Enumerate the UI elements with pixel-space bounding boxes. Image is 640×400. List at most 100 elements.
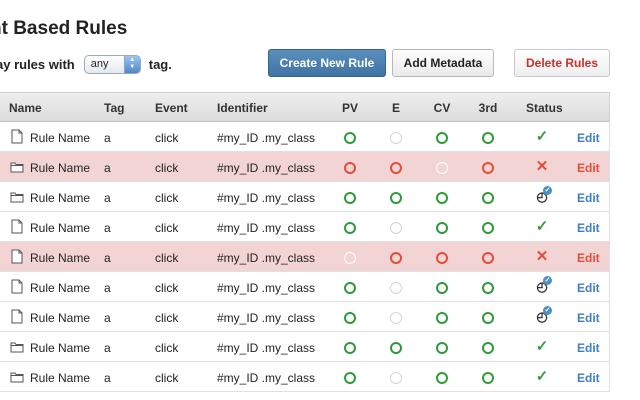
table-row[interactable]: Rule Name a click #my_ID .my_class ◴ Edit	[0, 272, 610, 302]
pv-status-icon	[344, 192, 356, 204]
tag-select[interactable]: any ▲ ▼	[83, 54, 141, 74]
edit-link[interactable]: Edit	[577, 311, 600, 325]
e-status-icon	[390, 192, 402, 204]
rule-identifier: #my_ID .my_class	[217, 341, 316, 355]
rule-name[interactable]: Rule Name	[30, 161, 90, 175]
column-header-name[interactable]: Name	[9, 101, 42, 115]
rule-name[interactable]: Rule Name	[30, 251, 90, 265]
column-header-event[interactable]: Event	[155, 101, 188, 115]
e-status-icon	[390, 342, 402, 354]
create-new-rule-button[interactable]: Create New Rule	[268, 49, 386, 77]
cv-status-icon	[436, 252, 448, 264]
rule-event: click	[155, 341, 179, 355]
table-row[interactable]: Rule Name a click #my_ID .my_class ✕ Edit	[0, 152, 610, 182]
column-header-3rd[interactable]: 3rd	[479, 101, 498, 115]
pv-status-icon	[344, 132, 356, 144]
column-header-pv[interactable]: PV	[342, 101, 358, 115]
column-header-status[interactable]: Status	[526, 101, 563, 115]
edit-link[interactable]: Edit	[577, 251, 600, 265]
column-header-identifier[interactable]: Identifier	[217, 101, 268, 115]
cv-status-icon	[436, 282, 448, 294]
rule-event: click	[155, 281, 179, 295]
active-check-icon: ✓	[535, 218, 549, 235]
e-status-icon	[390, 132, 402, 144]
folder-icon	[10, 339, 24, 354]
rule-tag: a	[104, 221, 111, 235]
e-status-icon	[390, 372, 402, 384]
table-row[interactable]: Rule Name a click #my_ID .my_class ◴ Edit	[0, 182, 610, 212]
filter-suffix-label: tag.	[148, 56, 172, 72]
rule-identifier: #my_ID .my_class	[217, 311, 316, 325]
rule-event: click	[155, 131, 179, 145]
cv-status-icon	[436, 132, 448, 144]
rule-tag: a	[104, 341, 111, 355]
rule-tag: a	[104, 281, 111, 295]
third-party-status-icon	[482, 132, 494, 144]
rule-name[interactable]: Rule Name	[30, 221, 90, 235]
e-status-icon	[390, 222, 402, 234]
rule-name[interactable]: Rule Name	[30, 191, 90, 205]
table-row[interactable]: Rule Name a click #my_ID .my_class ✓ Edit	[0, 332, 610, 362]
table-row[interactable]: Rule Name a click #my_ID .my_class ◴ Edit	[0, 302, 610, 332]
folder-icon	[10, 159, 24, 174]
column-header-e[interactable]: E	[392, 101, 400, 115]
document-icon	[10, 219, 24, 234]
rule-event: click	[155, 161, 179, 175]
add-metadata-button[interactable]: Add Metadata	[392, 49, 494, 77]
third-party-status-icon	[482, 342, 494, 354]
rules-table: Name Tag Event Identifier PV E CV 3rd St…	[0, 92, 610, 392]
edit-link[interactable]: Edit	[577, 341, 600, 355]
tag-filter: ay rules with any ▲ ▼ tag.	[0, 53, 172, 75]
table-row[interactable]: Rule Name a click #my_ID .my_class ✓ Edit	[0, 122, 610, 152]
filter-prefix-label: ay rules with	[0, 56, 75, 72]
cv-status-icon	[436, 372, 448, 384]
delete-rules-button[interactable]: Delete Rules	[514, 49, 610, 77]
edit-link[interactable]: Edit	[577, 281, 600, 295]
rule-name[interactable]: Rule Name	[30, 131, 90, 145]
rule-identifier: #my_ID .my_class	[217, 131, 316, 145]
cv-status-icon	[436, 222, 448, 234]
folder-icon	[10, 369, 24, 384]
scheduled-clock-icon: ◴	[533, 186, 552, 206]
third-party-status-icon	[482, 252, 494, 264]
rule-identifier: #my_ID .my_class	[217, 371, 316, 385]
rule-tag: a	[104, 311, 111, 325]
e-status-icon	[390, 162, 402, 174]
edit-link[interactable]: Edit	[577, 221, 600, 235]
table-row[interactable]: Rule Name a click #my_ID .my_class ✕ Edit	[0, 242, 610, 272]
rule-identifier: #my_ID .my_class	[217, 191, 316, 205]
rule-event: click	[155, 311, 179, 325]
cv-status-icon	[436, 162, 448, 174]
column-header-tag[interactable]: Tag	[104, 101, 124, 115]
scheduled-clock-icon: ◴	[533, 306, 552, 326]
rule-tag: a	[104, 371, 111, 385]
rule-tag: a	[104, 131, 111, 145]
rule-identifier: #my_ID .my_class	[217, 221, 316, 235]
rule-identifier: #my_ID .my_class	[217, 161, 316, 175]
rule-name[interactable]: Rule Name	[30, 371, 90, 385]
failed-x-icon: ✕	[535, 158, 549, 175]
active-check-icon: ✓	[535, 128, 549, 145]
pv-status-icon	[344, 372, 356, 384]
column-header-cv[interactable]: CV	[434, 101, 451, 115]
rule-tag: a	[104, 191, 111, 205]
edit-link[interactable]: Edit	[577, 161, 600, 175]
edit-link[interactable]: Edit	[577, 371, 600, 385]
failed-x-icon: ✕	[535, 248, 549, 265]
third-party-status-icon	[482, 192, 494, 204]
rule-name[interactable]: Rule Name	[30, 281, 90, 295]
table-row[interactable]: Rule Name a click #my_ID .my_class ✓ Edit	[0, 362, 610, 392]
pv-status-icon	[344, 252, 356, 264]
cv-status-icon	[436, 342, 448, 354]
edit-link[interactable]: Edit	[577, 131, 600, 145]
edit-link[interactable]: Edit	[577, 191, 600, 205]
rule-name[interactable]: Rule Name	[30, 311, 90, 325]
pv-status-icon	[344, 162, 356, 174]
rule-identifier: #my_ID .my_class	[217, 251, 316, 265]
rule-name[interactable]: Rule Name	[30, 341, 90, 355]
rule-tag: a	[104, 161, 111, 175]
table-row[interactable]: Rule Name a click #my_ID .my_class ✓ Edit	[0, 212, 610, 242]
rule-event: click	[155, 221, 179, 235]
active-check-icon: ✓	[535, 368, 549, 385]
third-party-status-icon	[482, 222, 494, 234]
